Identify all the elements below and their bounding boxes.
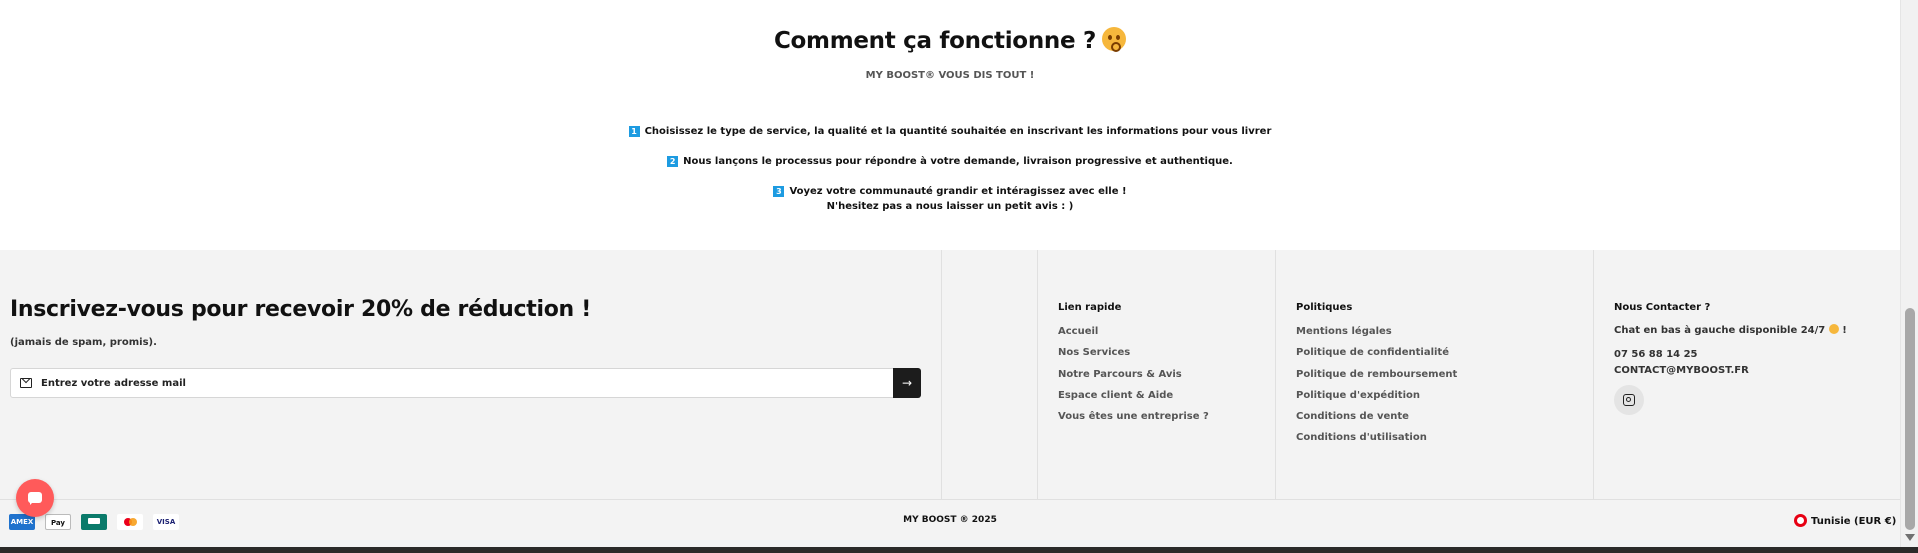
policies-title: Politiques — [1296, 302, 1353, 313]
footer-link-conditions-utilisation[interactable]: Conditions d'utilisation — [1296, 432, 1427, 443]
step-3: 3 Voyez votre communauté grandir et intér… — [0, 186, 1900, 197]
footer-link-parcours-avis[interactable]: Notre Parcours & Avis — [1058, 369, 1182, 380]
scrollbar-thumb[interactable] — [1905, 308, 1915, 530]
step-number-badge: 2 — [667, 156, 679, 167]
contact-chat-note-text: Chat en bas à gauche disponible 24/7 — [1614, 325, 1826, 336]
envelope-icon — [20, 378, 32, 388]
arrow-right-icon: → — [901, 376, 913, 390]
quick-links-title: Lien rapide — [1058, 302, 1122, 313]
footer-link-remboursement[interactable]: Politique de remboursement — [1296, 369, 1457, 380]
step-1: 1 Choisissez le type de service, la quali… — [0, 126, 1900, 137]
instagram-button[interactable] — [1614, 385, 1644, 415]
smile-emoji-icon — [1828, 324, 1839, 334]
flushed-face-emoji-icon — [1102, 27, 1127, 52]
newsletter-email-box — [10, 368, 921, 398]
newsletter-title: Inscrivez-vous pour recevoir 20% de rédu… — [10, 297, 592, 322]
step-3-extra: N'hesitez pas a nous laisser un petit av… — [826, 201, 1074, 212]
footer-link-expedition[interactable]: Politique d'expédition — [1296, 390, 1420, 401]
footer-link-accueil[interactable]: Accueil — [1058, 326, 1098, 337]
footer-link-nos-services[interactable]: Nos Services — [1058, 347, 1130, 358]
window-bottom-edge — [0, 547, 1918, 553]
how-it-works-title: Comment ça fonctionne ? — [0, 27, 1900, 54]
chat-bubble-icon — [28, 492, 42, 505]
contact-chat-note: Chat en bas à gauche disponible 24/7 ! — [1614, 324, 1847, 336]
contact-email: CONTACT@MYBOOST.FR — [1614, 365, 1749, 376]
footer-link-conditions-vente[interactable]: Conditions de vente — [1296, 411, 1409, 422]
country-currency-label: Tunisie (EUR €) — [1811, 516, 1897, 527]
footer-divider — [1593, 250, 1594, 500]
footer-divider — [1037, 250, 1038, 500]
page-scrollbar[interactable] — [1900, 0, 1918, 547]
footer-link-confidentialite[interactable]: Politique de confidentialité — [1296, 347, 1449, 358]
country-currency-selector[interactable]: Tunisie (EUR €) ⌄ — [1794, 514, 1906, 527]
how-it-works-title-text: Comment ça fonctionne ? — [773, 28, 1097, 54]
step-number-badge: 1 — [628, 126, 640, 137]
contact-chat-note-end: ! — [1842, 325, 1847, 336]
newsletter-subtitle: (jamais de spam, promis). — [10, 337, 157, 348]
scroll-down-arrow-icon[interactable] — [1905, 534, 1915, 541]
step-text: Nous lançons le processus pour répondre … — [683, 156, 1233, 167]
newsletter-submit-button[interactable]: → — [893, 368, 921, 398]
how-it-works-section: Comment ça fonctionne ? MY BOOST® VOUS D… — [0, 0, 1900, 250]
copyright-text: MY BOOST ® 2025 — [903, 515, 997, 525]
contact-title: Nous Contacter ? — [1614, 302, 1711, 313]
step-text: Voyez votre communauté grandir et intéra… — [789, 186, 1127, 197]
footer-link-espace-client[interactable]: Espace client & Aide — [1058, 390, 1173, 401]
chat-button[interactable] — [16, 479, 54, 517]
step-number-badge: 3 — [773, 186, 785, 197]
step-text: Choisissez le type de service, la qualit… — [644, 126, 1272, 137]
tunisia-flag-icon — [1794, 514, 1807, 527]
instagram-icon — [1623, 394, 1635, 406]
step-2: 2 Nous lançons le processus pour répondre… — [0, 156, 1900, 167]
contact-phone: 07 56 88 14 25 — [1614, 349, 1698, 360]
footer-divider — [1275, 250, 1276, 500]
footer-link-entreprise[interactable]: Vous êtes une entreprise ? — [1058, 411, 1209, 422]
newsletter-email-input[interactable] — [41, 369, 891, 397]
footer-divider — [941, 250, 942, 500]
footer-link-mentions-legales[interactable]: Mentions légales — [1296, 326, 1392, 337]
how-it-works-subtitle: MY BOOST® VOUS DIS TOUT ! — [865, 70, 1035, 81]
